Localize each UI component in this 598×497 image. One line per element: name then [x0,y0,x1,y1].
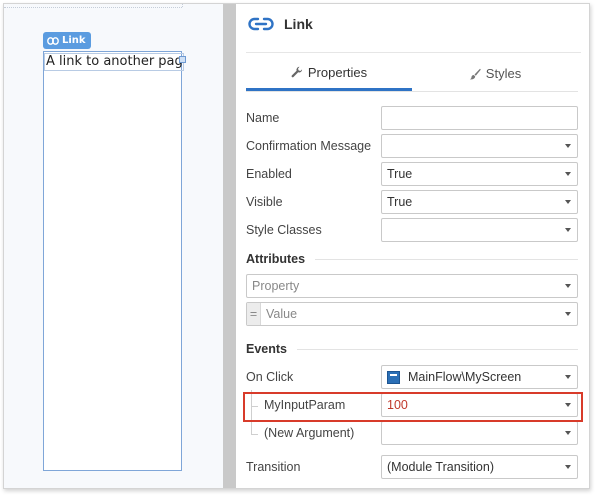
panel-tabs: Properties Styles [246,56,578,92]
property-row-on-click: On Click MainFlow\MyScreen [246,365,578,389]
transition-dropdown[interactable]: (Module Transition) [381,455,578,479]
selected-container[interactable] [43,51,182,471]
badge-label: Link [62,35,86,46]
chevron-down-icon [565,200,571,204]
link-icon [47,36,59,45]
property-label: Enabled [246,167,292,181]
field-value: (Module Transition) [387,460,494,474]
enabled-dropdown[interactable]: True [381,162,578,186]
property-row-transition: Transition (Module Transition) [246,455,578,479]
equals-sign: = [247,303,261,325]
property-row-name: Name [246,106,578,130]
properties-panel: Link Properties Styles Name Confirmation… [236,4,589,488]
name-input[interactable] [381,106,578,130]
brush-icon [469,68,481,79]
attribute-value-dropdown[interactable]: = Value [246,302,578,326]
value-placeholder: Value [266,307,298,321]
style-classes-dropdown[interactable] [381,218,578,242]
tab-label: Properties [307,64,368,80]
chevron-down-icon [565,431,571,435]
property-label: Transition [246,460,301,474]
chevron-down-icon [565,465,571,469]
container-edge [4,7,182,8]
field-value: MainFlow\MyScreen [408,370,522,384]
tab-styles[interactable]: Styles [412,56,578,91]
property-row-style-classes: Style Classes [246,218,578,242]
section-divider [297,348,578,350]
link-widget-text[interactable]: A link to another page [44,53,184,71]
field-value: True [387,195,413,209]
chevron-down-icon [565,375,571,379]
container-edge-vertical [182,4,183,7]
section-divider [315,258,578,260]
header-divider [246,52,581,53]
property-row-visible: Visible True [246,190,578,214]
property-row-confirmation-message: Confirmation Message [246,134,578,158]
property-label: Style Classes [246,223,322,237]
panel-splitter[interactable] [223,4,236,488]
property-label: On Click [246,370,294,384]
chevron-down-icon [565,172,571,176]
chevron-down-icon [565,284,571,288]
on-click-dropdown[interactable]: MainFlow\MyScreen [381,365,578,389]
property-label: Name [246,111,280,125]
confirmation-message-dropdown[interactable] [381,134,578,158]
new-argument-dropdown[interactable] [381,421,578,445]
property-row-new-argument: (New Argument) [246,421,578,445]
widget-type-badge: Link [43,32,91,49]
visible-dropdown[interactable]: True [381,190,578,214]
section-title: Attributes [246,252,306,266]
window: Link A link to another page Link Propert… [3,3,590,489]
attributes-section-header: Attributes [246,252,578,266]
property-placeholder: Property [252,279,300,293]
field-value: True [387,167,413,181]
callout-highlight [243,392,583,422]
wrench-icon [291,66,302,78]
property-row-enabled: Enabled True [246,162,578,186]
link-icon [248,17,274,31]
events-section-header: Events [246,342,578,356]
chevron-down-icon [565,144,571,148]
panel-title: Link [284,16,313,32]
chevron-down-icon [565,228,571,232]
screen-flow-icon [387,370,400,384]
panel-header: Link [247,16,313,32]
section-title: Events [246,342,287,356]
design-canvas[interactable]: Link A link to another page [4,4,223,488]
tab-label: Styles [485,66,522,81]
chevron-down-icon [565,312,571,316]
tab-properties[interactable]: Properties [246,56,412,91]
property-label: (New Argument) [264,426,355,440]
attribute-property-dropdown[interactable]: Property [246,274,578,298]
resize-handle[interactable] [179,56,186,63]
property-label: Confirmation Message [246,139,372,153]
property-label: Visible [246,195,283,209]
